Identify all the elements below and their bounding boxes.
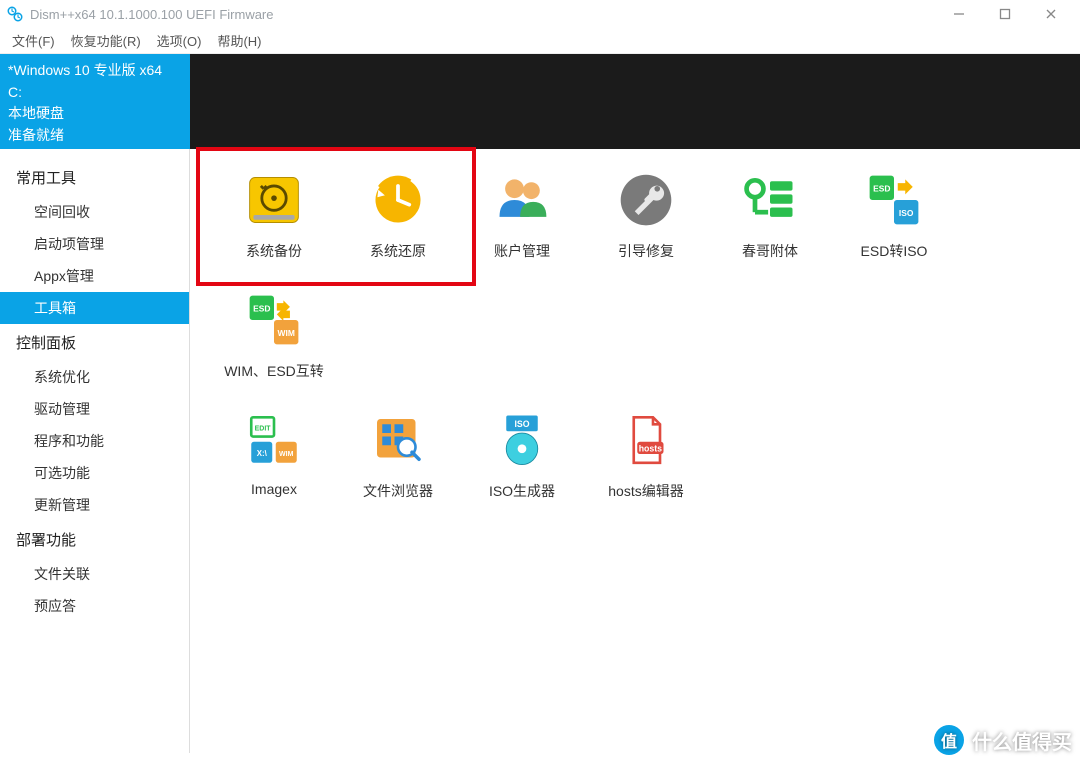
svg-text:EDIT: EDIT xyxy=(255,425,272,432)
sidebar-item-startup[interactable]: 启动项管理 xyxy=(0,228,189,260)
tool-label: ESD转ISO xyxy=(861,241,928,261)
green-blocks-icon xyxy=(739,169,801,231)
svg-text:WIM: WIM xyxy=(278,328,295,338)
menu-options[interactable]: 选项(O) xyxy=(151,29,208,52)
menu-recover[interactable]: 恢复功能(R) xyxy=(65,29,147,52)
iso-disc-icon: ISO xyxy=(491,409,553,471)
tool-label: 文件浏览器 xyxy=(363,481,433,501)
tool-chunge[interactable]: 春哥附体 xyxy=(708,163,832,283)
maximize-button[interactable] xyxy=(982,0,1028,28)
sidebar-item-space-reclaim[interactable]: 空间回收 xyxy=(0,196,189,228)
info-drive: C: xyxy=(8,82,182,104)
sidebar-item-toolbox[interactable]: 工具箱 xyxy=(0,292,189,324)
sidebar-group-controlpanel: 控制面板 xyxy=(0,324,189,361)
tool-file-browser[interactable]: 文件浏览器 xyxy=(336,403,460,523)
svg-text:WIM: WIM xyxy=(279,451,294,458)
tool-hosts-editor[interactable]: hosts hosts编辑器 xyxy=(584,403,708,523)
svg-text:X:\: X:\ xyxy=(257,449,268,458)
tool-label: 系统还原 xyxy=(370,241,426,261)
tool-wim-esd-swap[interactable]: ESD WIM WIM、ESD互转 xyxy=(212,283,336,403)
svg-text:ESD: ESD xyxy=(253,304,270,314)
tool-label: 春哥附体 xyxy=(742,241,798,261)
sidebar-group-common: 常用工具 xyxy=(0,159,189,196)
tool-label: WIM、ESD互转 xyxy=(224,361,324,381)
imagex-icon: EDIT X:\ WIM xyxy=(243,409,305,471)
tool-row-1: 系统备份 系统还原 xyxy=(212,163,1058,403)
svg-text:ESD: ESD xyxy=(873,184,890,194)
svg-text:ISO: ISO xyxy=(514,419,529,429)
sidebar-item-driver-mgmt[interactable]: 驱动管理 xyxy=(0,393,189,425)
tool-imagex[interactable]: EDIT X:\ WIM Imagex xyxy=(212,403,336,523)
tool-system-backup[interactable]: 系统备份 xyxy=(212,163,336,283)
tool-iso-generator[interactable]: ISO ISO生成器 xyxy=(460,403,584,523)
watermark-badge-icon: 值 xyxy=(934,725,964,755)
info-status: 准备就绪 xyxy=(8,125,182,147)
sidebar-item-file-assoc[interactable]: 文件关联 xyxy=(0,558,189,590)
sidebar-item-unattend[interactable]: 预应答 xyxy=(0,590,189,622)
backup-hdd-icon xyxy=(243,169,305,231)
tool-boot-repair[interactable]: 引导修复 xyxy=(584,163,708,283)
app-icon xyxy=(6,5,24,23)
sidebar-item-updates[interactable]: 更新管理 xyxy=(0,489,189,521)
info-disk: 本地硬盘 xyxy=(8,103,182,125)
menubar: 文件(F) 恢复功能(R) 选项(O) 帮助(H) xyxy=(0,28,1080,54)
tool-label: Imagex xyxy=(251,481,297,497)
sidebar-item-optional[interactable]: 可选功能 xyxy=(0,457,189,489)
sidebar-group-deploy: 部署功能 xyxy=(0,521,189,558)
menu-file[interactable]: 文件(F) xyxy=(6,29,61,52)
tool-label: ISO生成器 xyxy=(489,481,555,501)
image-info-panel[interactable]: *Windows 10 专业版 x64 C: 本地硬盘 准备就绪 xyxy=(0,54,190,149)
svg-text:ISO: ISO xyxy=(899,208,914,218)
titlebar: Dism++x64 10.1.1000.100 UEFI Firmware xyxy=(0,0,1080,28)
close-button[interactable] xyxy=(1028,0,1074,28)
sidebar: 常用工具 空间回收 启动项管理 Appx管理 工具箱 控制面板 系统优化 驱动管… xyxy=(0,149,190,753)
tool-system-restore[interactable]: 系统还原 xyxy=(336,163,460,283)
watermark: 值 什么值得买 xyxy=(934,725,1072,755)
svg-text:hosts: hosts xyxy=(639,443,662,453)
sidebar-item-system-optimize[interactable]: 系统优化 xyxy=(0,361,189,393)
users-icon xyxy=(491,169,553,231)
content-toolbox: 系统备份 系统还原 xyxy=(190,149,1080,753)
wrench-gear-icon xyxy=(615,169,677,231)
minimize-button[interactable] xyxy=(936,0,982,28)
hosts-icon: hosts xyxy=(615,409,677,471)
wim-esd-icon: ESD WIM xyxy=(243,289,305,351)
bottom-strip xyxy=(0,753,1080,759)
sidebar-item-programs[interactable]: 程序和功能 xyxy=(0,425,189,457)
main: 常用工具 空间回收 启动项管理 Appx管理 工具箱 控制面板 系统优化 驱动管… xyxy=(0,149,1080,753)
window-title: Dism++x64 10.1.1000.100 UEFI Firmware xyxy=(30,7,936,22)
watermark-text: 什么值得买 xyxy=(972,726,1072,755)
tool-esd-to-iso[interactable]: ESD ISO ESD转ISO xyxy=(832,163,956,283)
tool-label: 账户管理 xyxy=(494,241,550,261)
restore-clock-icon xyxy=(367,169,429,231)
file-browser-icon xyxy=(367,409,429,471)
tool-row-2: EDIT X:\ WIM Imagex xyxy=(212,403,1058,523)
tool-account-mgmt[interactable]: 账户管理 xyxy=(460,163,584,283)
infobar-spacer xyxy=(190,54,1080,149)
menu-help[interactable]: 帮助(H) xyxy=(211,29,267,52)
tool-label: 引导修复 xyxy=(618,241,674,261)
tool-label: hosts编辑器 xyxy=(608,481,683,501)
infobar: *Windows 10 专业版 x64 C: 本地硬盘 准备就绪 xyxy=(0,54,1080,149)
tool-label: 系统备份 xyxy=(246,241,302,261)
esd-iso-icon: ESD ISO xyxy=(863,169,925,231)
sidebar-item-appx[interactable]: Appx管理 xyxy=(0,260,189,292)
info-os: *Windows 10 专业版 x64 xyxy=(8,60,182,82)
